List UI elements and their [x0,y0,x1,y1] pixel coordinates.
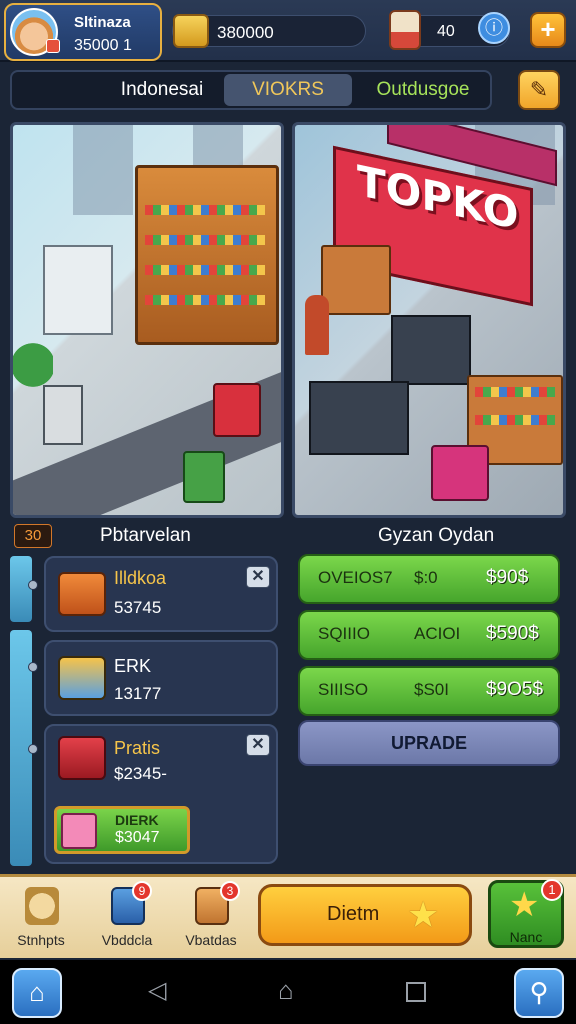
system-home-icon[interactable]: ⌂ [278,977,304,1004]
level-badge-icon [46,39,60,53]
product-shelf [145,295,265,305]
left-section-title: Pbtarvelan [100,525,191,546]
shopkeeper[interactable] [305,295,329,355]
product-shelf [475,415,555,425]
upgrade-price: $90$ [486,567,529,588]
product-shelf [145,265,265,275]
side-strip [10,556,32,622]
right-section-title: Gyzan Oydan [378,525,495,546]
close-icon[interactable]: ✕ [246,734,270,756]
upgrade-mid: $:0 [414,568,438,587]
upgrade-name: SQIIIO [318,624,370,643]
coin-counter[interactable]: 380000 [172,14,366,48]
bag-icon [25,887,59,925]
checkout-counter[interactable] [321,245,391,315]
goods-bundle-icon [58,656,106,700]
back-icon[interactable]: ◁ [148,979,170,1003]
upgrade-price: $590$ [486,623,539,644]
shop-scene-left[interactable] [10,122,284,518]
storage-room [43,245,113,335]
product-shelf [475,387,555,397]
nav-item-stnhpts[interactable]: Stnhpts [6,877,76,957]
basket-icon [61,813,97,849]
nav-label: Vbatdas [185,932,237,948]
produce-stand[interactable] [309,381,409,455]
home-icon[interactable]: ⌂ [12,968,62,1018]
nav-item-vbddcla[interactable]: 9 Vbddcla [92,877,162,957]
notification-badge: 3 [220,881,240,901]
item-name: Illdkoa [114,568,167,588]
freezer-case[interactable] [391,315,471,385]
item-card[interactable]: ERK 13177 [44,640,278,716]
nav-label: Vbddcla [101,932,153,948]
potted-plant [13,335,53,395]
coin-value: 380000 [217,23,274,42]
item-name: ERK [114,656,152,676]
upgrade-mid: ACIOI [414,624,461,643]
top-bar: Sltinaza 35000 1 380000 40 ⓘ + [0,0,576,62]
item-value: 53745 [114,598,162,617]
search-icon[interactable]: ⚲ [514,968,564,1018]
recent-apps-icon[interactable] [406,982,426,1002]
notification-badge: 1 [541,879,563,901]
gift-box-icon [389,10,421,50]
player-name: Sltinaza [74,14,131,31]
buy-item-title: DIERK [115,812,159,828]
section-level-badge: 30 [14,524,52,548]
product-shelf [145,235,265,245]
upgrade-price: $9O5$ [486,679,544,700]
item-name: Pratis [114,738,161,758]
coin-chest-icon [173,14,209,48]
upgrade-name: SIIISO [318,680,369,699]
upgrade-option[interactable]: SIIISO $S0I $9O5$ [298,666,560,716]
region-tabs: Indonesai VIOKRS Outdusgoe [10,70,492,110]
upgrade-mid: $S0I [414,680,449,699]
edit-pencil-icon: ✎ [529,77,549,102]
product-shelf [145,205,265,215]
red-cart[interactable] [213,383,261,437]
item-card[interactable]: Pratis $2345- ✕ DIERK $3047 [44,724,278,864]
item-card[interactable]: Illdkoa 53745 ✕ [44,556,278,632]
rewards-label: Nanc [509,929,543,945]
buy-item-button[interactable]: DIERK $3047 [54,806,190,854]
connector-dot [28,744,38,754]
tab-indonesai[interactable]: Indonesai [102,74,222,106]
upgrade-name: OVEIOS7 [318,568,393,587]
red-cart-icon [58,736,106,780]
green-bin[interactable] [183,451,225,503]
nav-label: Stnhpts [17,932,65,948]
connector-dot [28,580,38,590]
player-stat: 35000 1 [74,37,132,54]
connector-dot [28,662,38,672]
rewards-button[interactable]: ★ 1 Nanc [488,879,564,948]
background-building [73,125,133,215]
main-action-button[interactable]: Dietm ★ [258,884,472,946]
upgrade-option[interactable]: SQIIIO ACIOI $590$ [298,610,560,660]
gift-value: 40 [437,23,455,40]
crate-icon [58,572,106,616]
nav-item-vbatdas[interactable]: 3 Vbatdas [176,877,246,957]
add-currency-button[interactable]: + [530,12,566,48]
buy-item-price: $3047 [115,829,160,846]
tab-outdusgoe[interactable]: Outdusgoe [356,74,490,106]
storefront-building[interactable] [135,165,279,345]
star-icon: ★ [407,894,440,935]
notification-badge: 9 [132,881,152,901]
shop-scene-right[interactable]: TOPKO [292,122,566,518]
star-icon: ★ [509,886,540,924]
upgrade-button[interactable]: UPRADE [298,720,560,766]
upgrade-option[interactable]: OVEIOS7 $:0 $90$ [298,554,560,604]
edit-button[interactable]: ✎ [518,70,560,110]
item-value: 13177 [114,684,162,703]
main-action-label: Dietm [327,903,380,925]
close-icon[interactable]: ✕ [246,566,270,588]
system-nav-bar: ⌂ ◁ ⌂ ⚲ [0,960,576,1024]
item-value: $2345- [114,764,167,783]
tab-viokrs[interactable]: VIOKRS [224,74,352,106]
info-icon[interactable]: ⓘ [478,12,510,44]
pink-crate[interactable] [431,445,489,501]
player-profile[interactable]: Sltinaza 35000 1 [4,3,162,61]
